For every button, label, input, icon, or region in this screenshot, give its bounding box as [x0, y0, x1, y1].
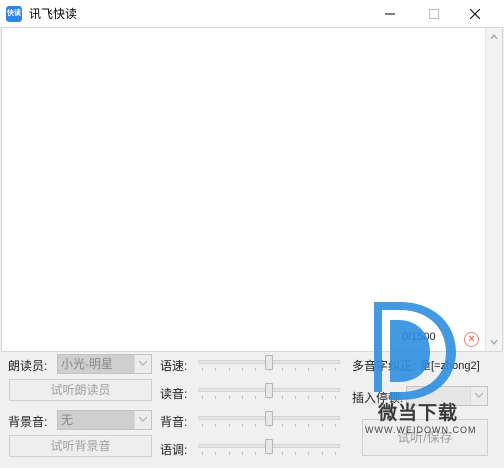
clear-icon: ✕: [467, 334, 476, 345]
vertical-scrollbar[interactable]: [485, 28, 502, 351]
slider-tick: [255, 452, 256, 455]
slider-tick: [242, 424, 243, 427]
volume-slider[interactable]: [198, 381, 340, 401]
speed-label: 语速:: [160, 359, 188, 373]
bgm-dropdown-button[interactable]: [134, 411, 151, 429]
slider-tick: [215, 396, 216, 399]
minimize-icon: [385, 13, 395, 14]
speed-slider[interactable]: [198, 353, 340, 373]
bg-volume-label: 背音:: [160, 415, 188, 429]
slider-tick: [215, 424, 216, 427]
slider-tick: [229, 424, 230, 427]
slider-tick: [322, 396, 323, 399]
reader-select-value: 小光-明星: [61, 357, 113, 371]
polyphone-example: 重[=zhong2]: [420, 360, 480, 372]
slider-tick: [282, 368, 283, 371]
listen-bgm-button[interactable]: 试听背景音: [9, 435, 152, 457]
window-title: 讯飞快读: [29, 7, 78, 21]
slider-tick: [282, 452, 283, 455]
reader-select[interactable]: 小光-明星: [57, 354, 152, 374]
slider-tick: [308, 368, 309, 371]
reader-dropdown-button[interactable]: [134, 355, 151, 373]
chevron-down-icon: [139, 361, 147, 366]
character-counter: 0/1500: [402, 331, 436, 343]
slider-tick: [202, 424, 203, 427]
app-icon: 快读: [6, 5, 22, 22]
scroll-down-icon[interactable]: [490, 338, 498, 346]
slider-tick: [295, 424, 296, 427]
title-bar: 快读 讯飞快读: [0, 0, 504, 27]
slider-tick: [322, 424, 323, 427]
slider-tick: [295, 452, 296, 455]
pitch-slider[interactable]: [198, 437, 340, 457]
bgm-select[interactable]: 无: [57, 410, 152, 430]
insert-pause-dropdown-button[interactable]: [470, 387, 487, 405]
slider-tick: [282, 424, 283, 427]
slider-tick: [202, 368, 203, 371]
slider-tick: [308, 424, 309, 427]
slider-tick: [295, 368, 296, 371]
bg-volume-slider-thumb[interactable]: [265, 411, 273, 426]
slider-tick: [255, 424, 256, 427]
slider-tick: [202, 452, 203, 455]
slider-tick: [242, 396, 243, 399]
slider-tick: [335, 452, 336, 455]
bgm-label: 背景音:: [8, 415, 48, 429]
bgm-select-value: 无: [61, 413, 74, 427]
polyphone-label: 多音字纠正:: [352, 359, 416, 373]
text-editor[interactable]: [1, 27, 503, 352]
slider-tick: [335, 396, 336, 399]
slider-tick: [322, 452, 323, 455]
slider-tick: [255, 396, 256, 399]
slider-tick: [308, 452, 309, 455]
slider-tick: [215, 452, 216, 455]
reader-label: 朗读员:: [8, 359, 48, 373]
slider-tick: [229, 368, 230, 371]
volume-slider-thumb[interactable]: [265, 383, 273, 398]
watermark-name: 微当下载: [378, 403, 459, 424]
scroll-up-icon[interactable]: [490, 33, 498, 41]
clear-text-button[interactable]: ✕: [464, 332, 479, 347]
slider-tick: [229, 396, 230, 399]
slider-tick: [335, 368, 336, 371]
maximize-icon: [429, 8, 439, 19]
slider-tick: [282, 396, 283, 399]
slider-tick: [242, 452, 243, 455]
slider-tick: [242, 368, 243, 371]
pitch-slider-thumb[interactable]: [265, 439, 273, 454]
chevron-down-icon: [475, 393, 483, 398]
slider-tick: [335, 424, 336, 427]
listen-reader-button[interactable]: 试听朗读员: [9, 379, 152, 401]
speed-slider-thumb[interactable]: [265, 355, 273, 370]
close-button[interactable]: [458, 0, 492, 27]
minimize-button[interactable]: [373, 0, 407, 27]
pitch-label: 语调:: [160, 443, 188, 457]
chevron-down-icon: [139, 417, 147, 422]
slider-tick: [229, 452, 230, 455]
slider-tick: [308, 396, 309, 399]
maximize-button[interactable]: [417, 0, 451, 27]
slider-tick: [322, 368, 323, 371]
bg-volume-slider[interactable]: [198, 409, 340, 429]
close-icon: [470, 8, 480, 19]
slider-tick: [202, 396, 203, 399]
slider-tick: [215, 368, 216, 371]
volume-label: 读音:: [160, 387, 188, 401]
slider-tick: [255, 368, 256, 371]
watermark-url: WWW.WEIDOWN.COM: [365, 425, 477, 435]
slider-tick: [295, 396, 296, 399]
